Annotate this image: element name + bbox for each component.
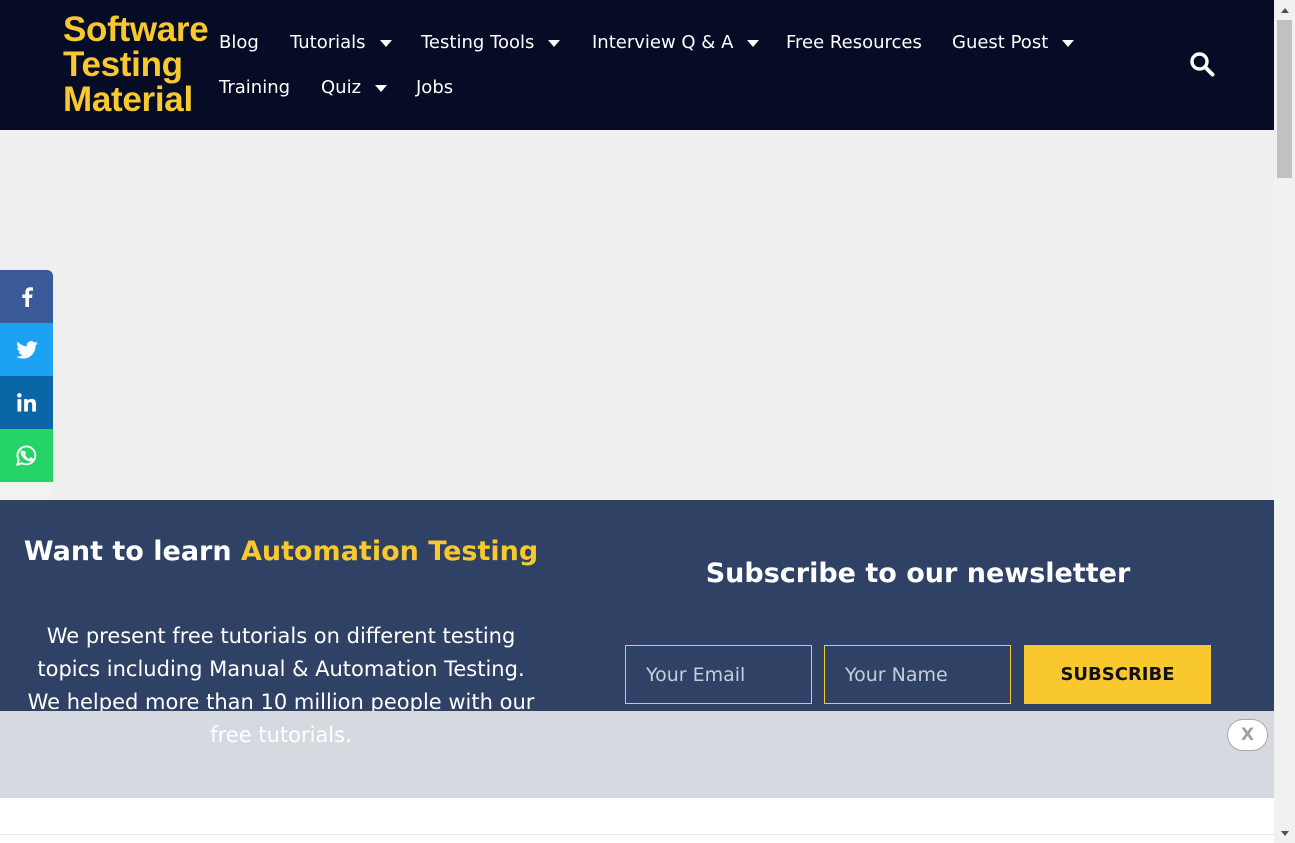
social-share-sidebar: + <box>0 270 53 535</box>
promo-description-continued: free tutorials. <box>210 723 352 747</box>
page-scrollbar[interactable] <box>1274 0 1295 843</box>
search-icon <box>1190 52 1215 77</box>
facebook-icon <box>21 286 33 307</box>
subscribe-button[interactable]: SUBSCRIBE <box>1024 645 1211 704</box>
nav-item-guest-post[interactable]: Guest Post <box>952 27 1075 57</box>
caret-down-icon <box>1062 39 1075 47</box>
email-field[interactable] <box>625 645 812 704</box>
twitter-share-button[interactable] <box>0 323 53 376</box>
nav-item-jobs[interactable]: Jobs <box>416 72 453 102</box>
caret-down-icon <box>548 39 561 47</box>
nav-label: Jobs <box>416 76 454 98</box>
nav-item-interview-qa[interactable]: Interview Q & A <box>592 27 760 57</box>
promo-title: Want to learn Automation Testing <box>0 536 562 567</box>
logo-line-1: Software <box>63 10 209 49</box>
facebook-share-button[interactable] <box>0 270 53 323</box>
scroll-down-button[interactable] <box>1274 825 1295 841</box>
name-field[interactable] <box>824 645 1011 704</box>
search-button[interactable] <box>1186 48 1218 80</box>
twitter-icon <box>15 340 38 359</box>
scrollbar-thumb[interactable] <box>1277 20 1292 178</box>
promo-title-highlight: Automation Testing <box>240 536 539 567</box>
close-overlay-button[interactable]: X <box>1227 719 1268 751</box>
ad-placeholder <box>0 130 1274 500</box>
promo-section: Want to learn Automation Testing We pres… <box>0 500 1274 711</box>
site-header: Software Testing Material Blog Tutorials… <box>0 0 1274 130</box>
nav-label: Free Resources <box>786 31 922 53</box>
nav-label: Guest Post <box>952 31 1049 53</box>
arrow-down-icon <box>1280 830 1289 836</box>
nav-label: Blog <box>219 31 259 53</box>
nav-item-quiz[interactable]: Quiz <box>321 72 388 102</box>
promo-title-prefix: Want to learn <box>23 536 241 567</box>
nav-item-testing-tools[interactable]: Testing Tools <box>421 27 561 57</box>
caret-down-icon <box>747 39 760 47</box>
nav-label: Training <box>219 76 291 98</box>
caret-down-icon <box>375 84 388 92</box>
nav-item-free-resources[interactable]: Free Resources <box>786 27 922 57</box>
nav-label: Testing Tools <box>421 31 535 53</box>
linkedin-icon <box>17 393 36 412</box>
arrow-up-icon <box>1280 7 1289 13</box>
logo-line-3: Material <box>63 80 193 119</box>
promo-description: We present free tutorials on different t… <box>27 624 535 711</box>
bottom-overlay-banner: free tutorials. X <box>0 711 1274 798</box>
scroll-up-button[interactable] <box>1274 2 1295 18</box>
nav-item-training[interactable]: Training <box>219 72 290 102</box>
whatsapp-icon <box>16 445 37 466</box>
nav-item-tutorials[interactable]: Tutorials <box>290 27 392 57</box>
whatsapp-share-button[interactable] <box>0 429 53 482</box>
divider <box>0 834 1274 835</box>
caret-down-icon <box>379 39 392 47</box>
linkedin-share-button[interactable] <box>0 376 53 429</box>
logo-line-2: Testing <box>63 45 183 84</box>
nav-item-blog[interactable]: Blog <box>219 27 259 57</box>
site-logo[interactable]: Software Testing Material <box>63 12 213 117</box>
nav-label: Quiz <box>321 76 362 98</box>
nav-label: Tutorials <box>290 31 366 53</box>
nav-label: Interview Q & A <box>592 31 734 53</box>
newsletter-title: Subscribe to our newsletter <box>705 558 1131 589</box>
